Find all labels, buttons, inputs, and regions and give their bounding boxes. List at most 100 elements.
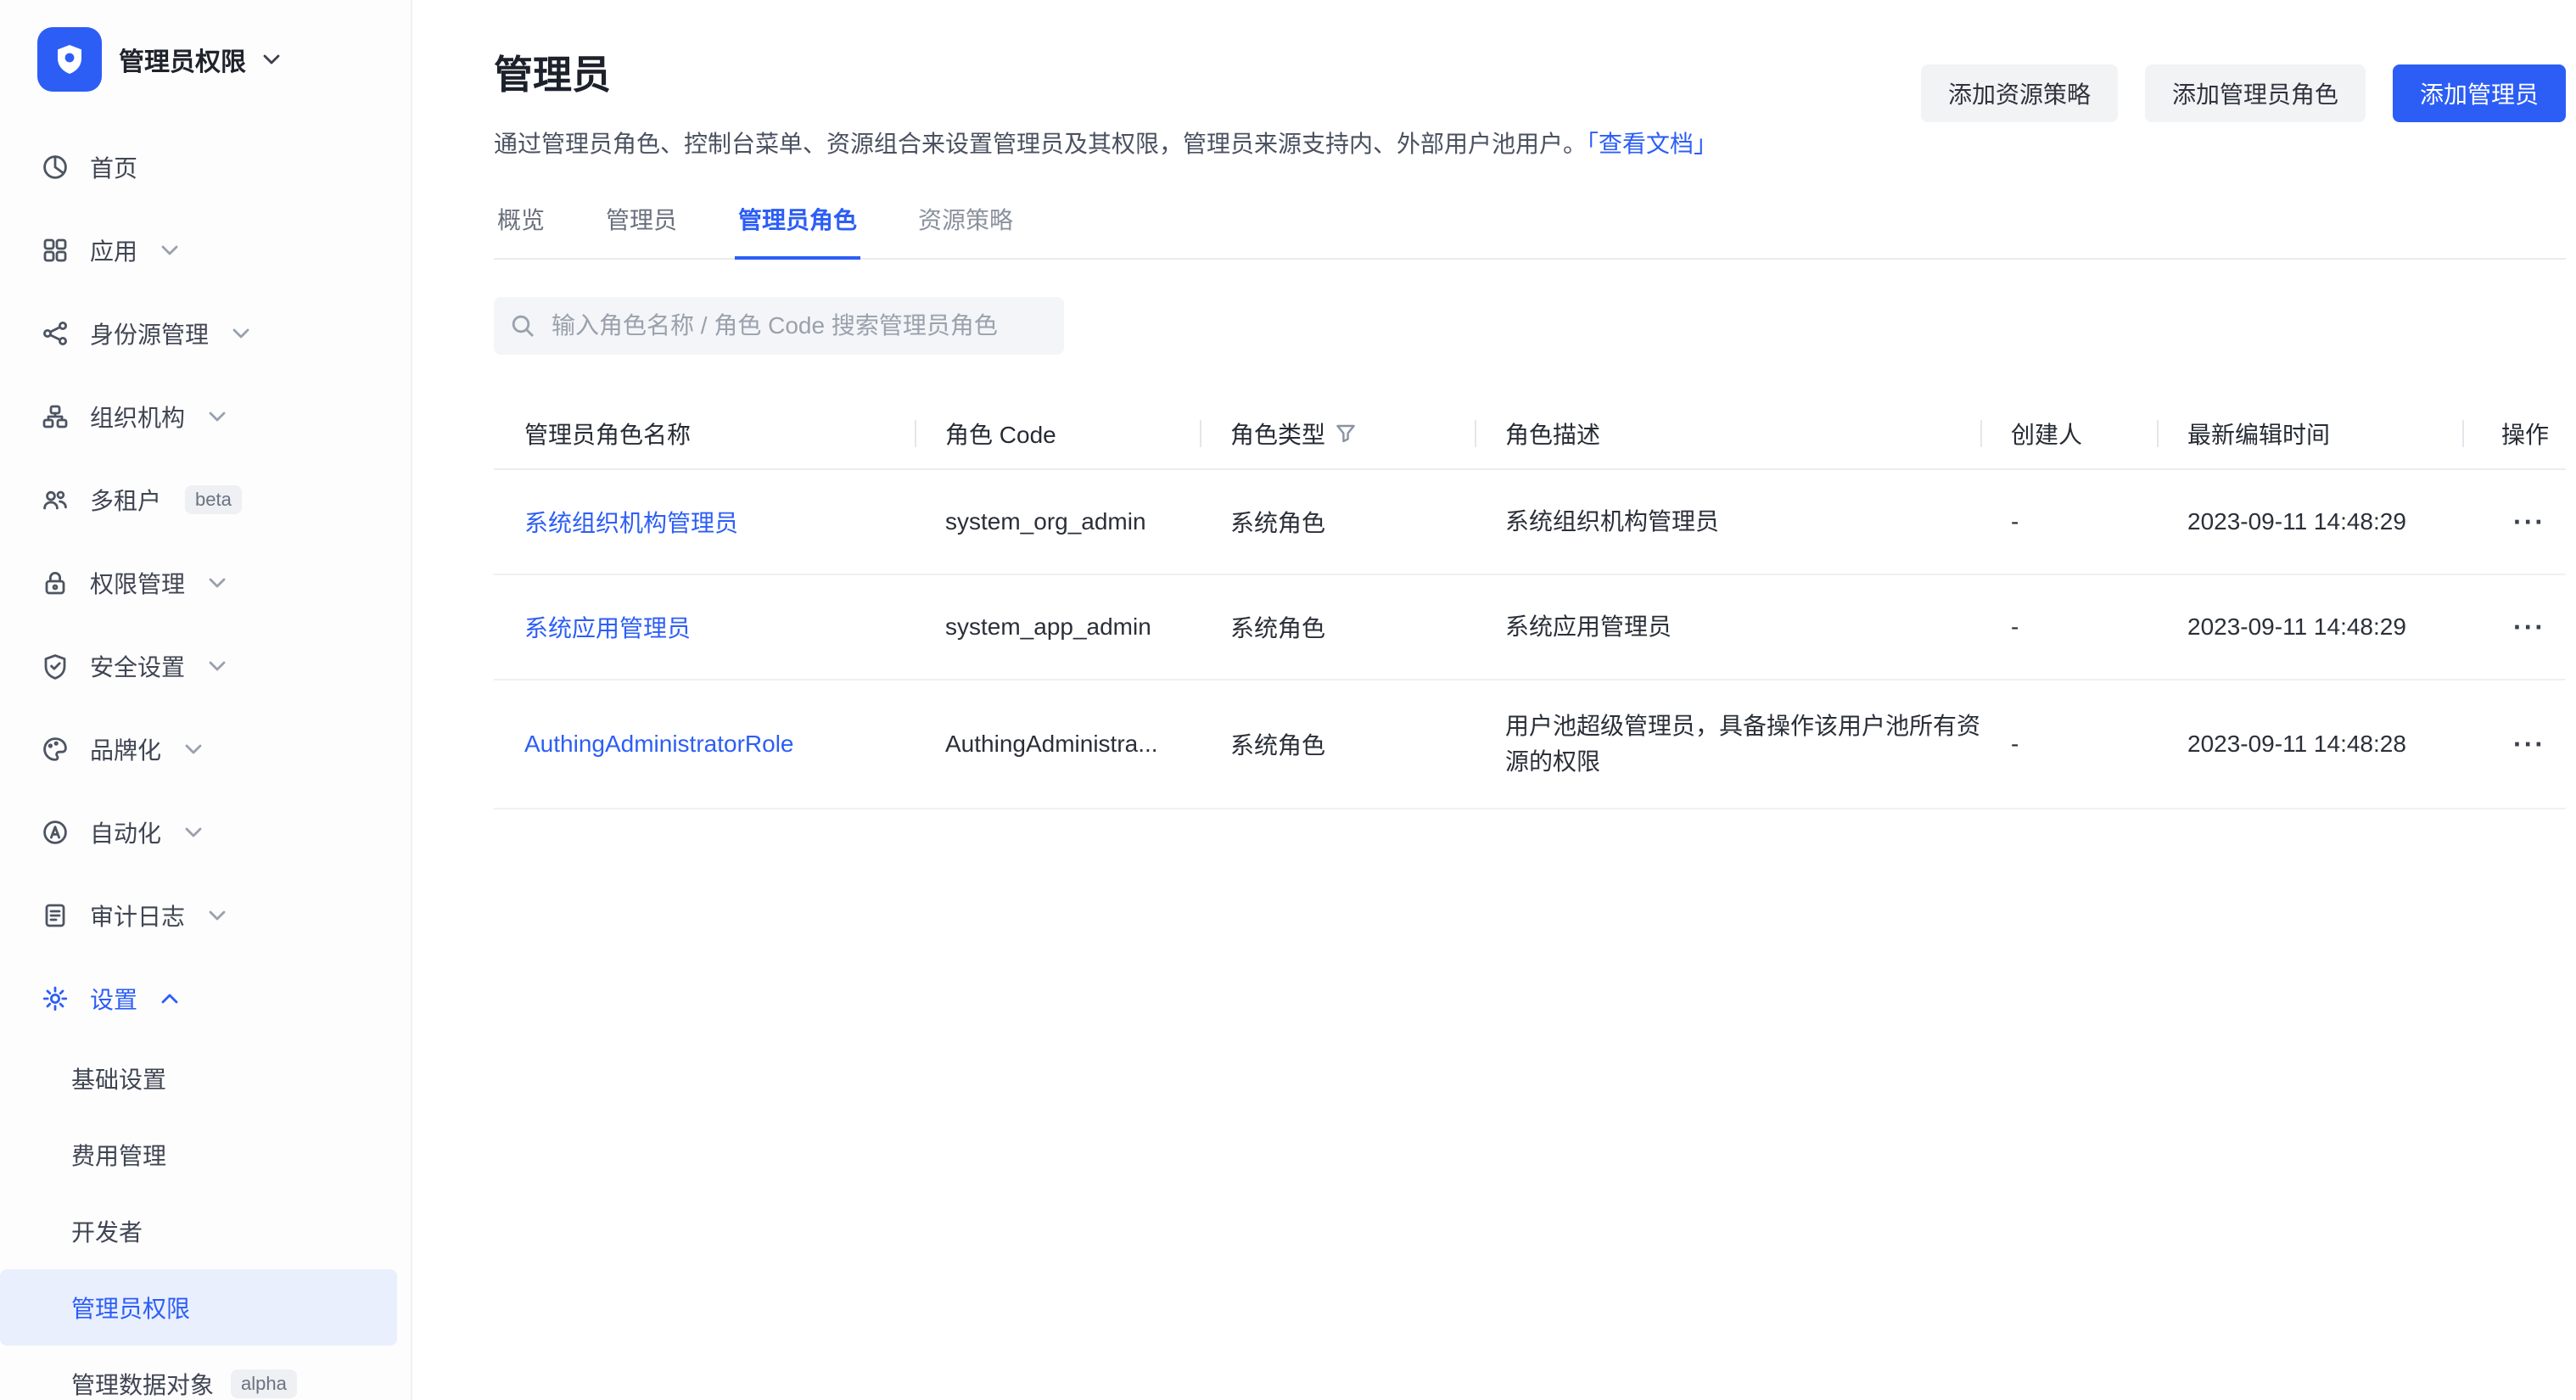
- role-name-link[interactable]: 系统组织机构管理员: [524, 505, 738, 539]
- sidebar-item-label: 审计日志: [90, 899, 185, 932]
- sidebar-item-home[interactable]: 首页: [0, 126, 411, 209]
- workspace-switcher[interactable]: 管理员权限: [37, 27, 384, 92]
- row-actions-button[interactable]: ···: [2510, 607, 2549, 647]
- chevron-down-icon: [263, 53, 280, 65]
- app-logo-icon: [37, 27, 102, 92]
- add-admin-role-button[interactable]: 添加管理员角色: [2145, 64, 2366, 122]
- sidebar-item-settings[interactable]: 设置: [0, 957, 411, 1040]
- page-description-text: 通过管理员角色、控制台菜单、资源组合来设置管理员及其权限，管理员来源支持内、外部…: [494, 131, 1587, 157]
- column-header-code: 角色 Code: [915, 417, 1200, 451]
- tab-admin-roles[interactable]: 管理员角色: [735, 202, 860, 258]
- table-header-row: 管理员角色名称 角色 Code 角色类型 角色描述 创建人 最新编辑时间 操作: [494, 399, 2566, 470]
- column-header-name: 管理员角色名称: [494, 417, 915, 451]
- gear-icon: [41, 984, 70, 1013]
- tab-overview[interactable]: 概览: [494, 202, 548, 258]
- column-header-creator: 创建人: [1980, 417, 2157, 451]
- identity-source-icon: [41, 319, 70, 348]
- chevron-down-icon: [209, 411, 226, 423]
- row-actions-button[interactable]: ···: [2510, 724, 2549, 764]
- role-code: system_org_admin: [915, 508, 1200, 535]
- sidebar: 管理员权限 首页 应用 身份源管理 组织机构 多租户 beta: [0, 0, 412, 1400]
- page-description: 通过管理员角色、控制台菜单、资源组合来设置管理员及其权限，管理员来源支持内、外部…: [494, 127, 1717, 161]
- tab-bar: 概览 管理员 管理员角色 资源策略: [494, 202, 2566, 260]
- table-row: AuthingAdministratorRole AuthingAdminist…: [494, 680, 2566, 809]
- palette-icon: [41, 735, 70, 764]
- chevron-down-icon: [209, 910, 226, 921]
- sidebar-item-label: 应用: [90, 233, 137, 267]
- sidebar-subitem-billing[interactable]: 费用管理: [0, 1117, 411, 1193]
- sidebar-item-tenant[interactable]: 多租户 beta: [0, 458, 411, 541]
- sidebar-item-identity[interactable]: 身份源管理: [0, 292, 411, 375]
- table-row: 系统组织机构管理员 system_org_admin 系统角色 系统组织机构管理…: [494, 470, 2566, 575]
- sidebar-item-label: 设置: [90, 982, 137, 1016]
- view-docs-link[interactable]: 「查看文档」: [1587, 131, 1717, 157]
- role-updated: 2023-09-11 14:48:28: [2157, 731, 2462, 758]
- sidebar-item-label: 安全设置: [90, 649, 185, 683]
- tab-resource-policies[interactable]: 资源策略: [915, 202, 1016, 258]
- automation-icon: [41, 818, 70, 847]
- role-description: 系统应用管理员: [1505, 609, 1672, 645]
- tab-admins[interactable]: 管理员: [602, 202, 680, 258]
- role-description: 用户池超级管理员，具备操作该用户池所有资源的权限: [1505, 708, 1980, 780]
- add-admin-button[interactable]: 添加管理员: [2393, 64, 2566, 122]
- alpha-badge: alpha: [231, 1369, 297, 1398]
- column-header-type: 角色类型: [1200, 417, 1475, 451]
- sidebar-item-security[interactable]: 安全设置: [0, 624, 411, 708]
- audit-log-icon: [41, 901, 70, 930]
- apps-icon: [41, 236, 70, 265]
- role-type: 系统角色: [1200, 610, 1475, 644]
- column-header-actions: 操作: [2462, 417, 2566, 451]
- search-input[interactable]: [494, 297, 1064, 355]
- sidebar-item-label: 多租户: [90, 483, 161, 517]
- sidebar-subitem-admin-permissions[interactable]: 管理员权限: [0, 1269, 397, 1346]
- beta-badge: beta: [185, 485, 242, 514]
- chevron-down-icon: [185, 743, 202, 755]
- table-row: 系统应用管理员 system_app_admin 系统角色 系统应用管理员 - …: [494, 575, 2566, 680]
- org-structure-icon: [41, 402, 70, 431]
- chevron-down-icon: [209, 577, 226, 589]
- sidebar-subitem-label: 基础设置: [71, 1061, 166, 1095]
- sidebar-item-label: 自动化: [90, 815, 161, 849]
- role-creator: -: [1980, 613, 2157, 641]
- row-actions-button[interactable]: ···: [2510, 501, 2549, 542]
- multi-tenant-icon: [41, 485, 70, 514]
- sidebar-item-audit-log[interactable]: 审计日志: [0, 874, 411, 957]
- sidebar-item-org[interactable]: 组织机构: [0, 375, 411, 458]
- role-description: 系统组织机构管理员: [1505, 504, 1719, 540]
- sidebar-item-label: 权限管理: [90, 566, 185, 600]
- sidebar-item-label: 组织机构: [90, 400, 185, 434]
- home-icon: [41, 153, 70, 182]
- sidebar-subitem-managed-data-objects[interactable]: 管理数据对象 alpha: [0, 1346, 411, 1400]
- shield-icon: [41, 652, 70, 680]
- admin-roles-table: 管理员角色名称 角色 Code 角色类型 角色描述 创建人 最新编辑时间 操作 …: [494, 399, 2566, 809]
- main-content: 管理员 通过管理员角色、控制台菜单、资源组合来设置管理员及其权限，管理员来源支持…: [412, 0, 2576, 877]
- role-code: system_app_admin: [915, 613, 1200, 641]
- sidebar-item-permissions[interactable]: 权限管理: [0, 541, 411, 624]
- chevron-down-icon: [209, 660, 226, 672]
- role-type: 系统角色: [1200, 727, 1475, 761]
- page-title: 管理员: [494, 44, 1717, 100]
- sidebar-item-branding[interactable]: 品牌化: [0, 708, 411, 791]
- role-code: AuthingAdministra...: [915, 731, 1200, 758]
- role-updated: 2023-09-11 14:48:29: [2157, 613, 2462, 641]
- chevron-up-icon: [161, 993, 178, 1005]
- chevron-down-icon: [232, 328, 249, 339]
- sidebar-subitem-label: 费用管理: [71, 1138, 166, 1172]
- role-creator: -: [1980, 508, 2157, 535]
- role-name-link[interactable]: 系统应用管理员: [524, 610, 691, 644]
- sidebar-item-apps[interactable]: 应用: [0, 209, 411, 292]
- sidebar-item-automation[interactable]: 自动化: [0, 791, 411, 874]
- sidebar-item-label: 品牌化: [90, 732, 161, 766]
- column-header-description: 角色描述: [1475, 417, 1980, 451]
- role-name-link[interactable]: AuthingAdministratorRole: [524, 731, 794, 758]
- sidebar-subitem-developer[interactable]: 开发者: [0, 1193, 411, 1269]
- workspace-name: 管理员权限: [119, 41, 246, 78]
- filter-icon[interactable]: [1336, 423, 1356, 444]
- sidebar-subitem-basic-settings[interactable]: 基础设置: [0, 1040, 411, 1117]
- chevron-down-icon: [161, 244, 178, 256]
- chevron-down-icon: [185, 826, 202, 838]
- sidebar-subitem-label: 管理数据对象: [71, 1367, 214, 1400]
- add-resource-policy-button[interactable]: 添加资源策略: [1921, 64, 2118, 122]
- role-type: 系统角色: [1200, 505, 1475, 539]
- sidebar-subitem-label: 管理员权限: [71, 1291, 190, 1324]
